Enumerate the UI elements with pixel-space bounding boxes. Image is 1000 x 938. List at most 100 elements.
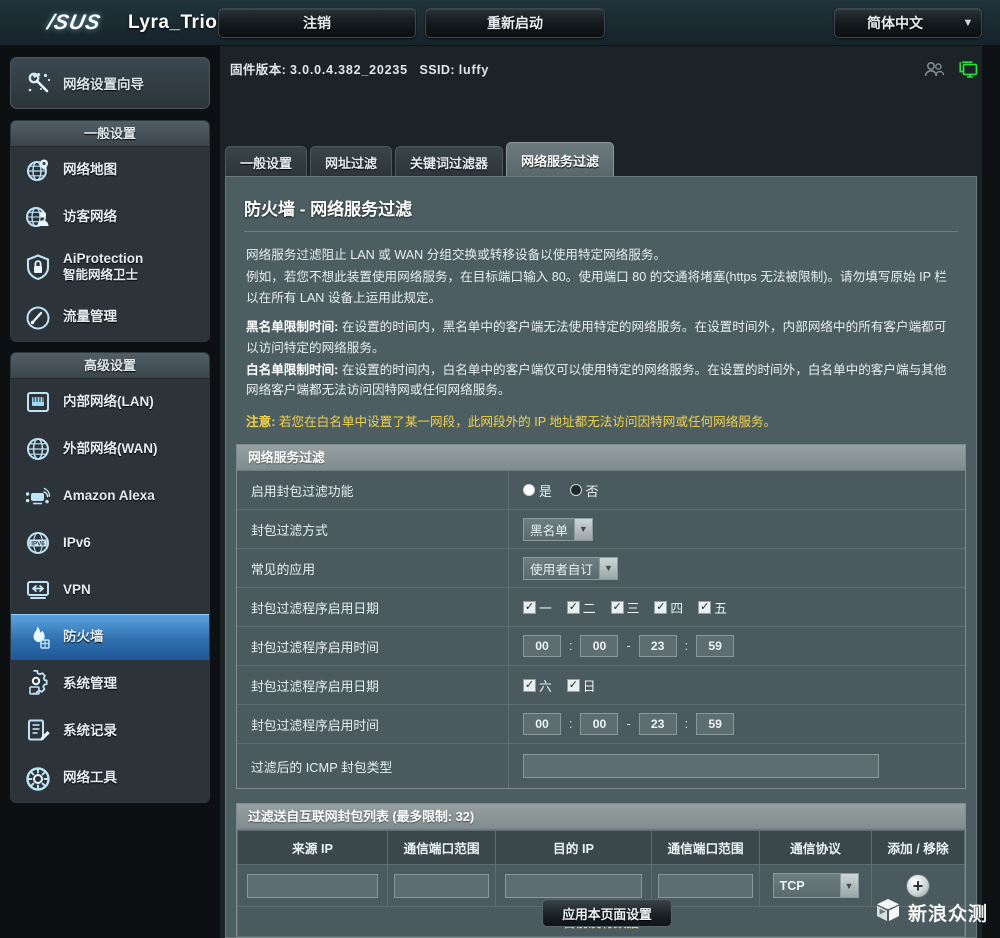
row-label: 封包过滤程序启用日期 <box>237 588 509 627</box>
sidebar-item-network-map[interactable]: 网络地图 <box>11 147 209 194</box>
clients-icon[interactable] <box>924 61 944 77</box>
tab-general-settings[interactable]: 一般设置 <box>225 146 308 178</box>
sidebar-item-firewall[interactable]: 防火墙 <box>11 614 209 661</box>
router-model-name: Lyra_Trio <box>128 12 218 33</box>
sidebar-wizard-label: 网络设置向导 <box>63 77 144 92</box>
blacklist-desc: 黑名单限制时间: 在设置的时间内，黑名单中的客户端无法使用特定的网络服务。在设置… <box>246 317 956 358</box>
vpn-icon <box>24 576 52 604</box>
ssid-value: luffy <box>458 63 490 77</box>
checkbox-day-sun[interactable]: ✓ 日 <box>566 676 596 695</box>
dest-ip-input[interactable] <box>505 873 642 898</box>
weekday-start-minute-input[interactable] <box>580 635 619 658</box>
aiprotection-subtitle: 智能网络卫士 <box>63 267 139 282</box>
time-dash: - <box>626 639 631 654</box>
checkbox-day-thu[interactable]: ✓ 四 <box>654 598 683 617</box>
tab-network-services-filter[interactable]: 网络服务过滤 <box>506 142 615 178</box>
col-dest-port: 通信端口范围 <box>651 830 760 866</box>
sidebar-item-traffic-manager[interactable]: 流量管理 <box>11 294 209 341</box>
protocol-value: TCP <box>779 878 805 893</box>
router-admin-page: /SUS Lyra_Trio 注销 重新启动 简体中文 ▼ 网络设置向导 一般设… <box>0 0 1000 938</box>
filter-mode-value: 黑名单 <box>530 523 568 538</box>
network-tools-icon <box>24 765 52 793</box>
apply-bar: 应用本页面设置 <box>226 899 988 927</box>
sidebar-item-label: Amazon Alexa <box>63 487 155 503</box>
row-well-known-apps: 常见的应用 使用者自订 ▼ <box>237 549 965 589</box>
sidebar-item-label: 流量管理 <box>63 309 117 325</box>
row-label: 封包过滤程序启用时间 <box>237 627 509 666</box>
network-map-icon[interactable] <box>958 60 978 78</box>
checkbox-day-wed[interactable]: ✓ 三 <box>610 598 639 617</box>
note-term: 注意: <box>246 414 276 429</box>
weekend-end-hour-input[interactable] <box>638 713 677 736</box>
radio-enable-no[interactable]: 否 <box>569 481 599 500</box>
dest-port-range-input[interactable] <box>658 873 753 898</box>
checkbox-day-sat[interactable]: ✓ 六 <box>523 676 552 695</box>
checkbox-day-fri[interactable]: ✓ 五 <box>698 598 727 617</box>
page-title: 防火墙 - 网络服务过滤 <box>244 200 413 219</box>
sidebar-item-vpn[interactable]: VPN <box>11 567 209 614</box>
row-weekend-time: 封包过滤程序启用时间 : - : <box>237 705 965 745</box>
sidebar-item-wan[interactable]: 外部网络(WAN) <box>11 426 209 473</box>
checkbox-day-tue[interactable]: ✓ 二 <box>566 598 596 617</box>
time-colon: : <box>684 717 689 732</box>
row-label: 过滤后的 ICMP 封包类型 <box>237 744 509 789</box>
weekend-start-hour-input[interactable] <box>523 713 561 736</box>
sidebar-item-lan[interactable]: 内部网络(LAN) <box>11 379 209 426</box>
system-log-icon <box>24 717 52 745</box>
lan-icon <box>24 388 52 416</box>
chevron-down-icon: ▼ <box>598 557 617 579</box>
source-ip-input[interactable] <box>246 873 379 898</box>
logout-button[interactable]: 注销 <box>218 8 416 38</box>
row-weekday-days: 封包过滤程序启用日期 ✓ 一 ✓ 二 ✓ 三 ✓ 四 ✓ 五 <box>237 588 965 628</box>
filter-mode-select[interactable]: 黑名单 ▼ <box>523 517 593 541</box>
sidebar-item-network-wizard[interactable]: 网络设置向导 <box>10 57 210 109</box>
sidebar-item-label: 网络工具 <box>63 770 117 786</box>
sidebar-item-system-log[interactable]: 系统记录 <box>11 708 209 755</box>
source-port-range-input[interactable] <box>394 873 489 898</box>
day-label: 一 <box>539 600 552 616</box>
row-enable-filter: 启用封包过滤功能 是 否 <box>237 471 965 511</box>
time-colon: : <box>569 717 573 732</box>
sidebar-item-network-tools[interactable]: 网络工具 <box>11 755 209 802</box>
row-label: 封包过滤程序启用时间 <box>237 705 509 744</box>
sidebar-item-administration[interactable]: 系统管理 <box>11 661 209 708</box>
weekday-end-hour-input[interactable] <box>638 635 677 658</box>
checkbox-day-mon[interactable]: ✓ 一 <box>523 598 552 617</box>
tab-url-filter[interactable]: 网址过滤 <box>310 146 393 178</box>
whitelist-text: 在设置的时间内，白名单中的客户端仅可以使用特定的网络服务。在设置的时间外，白名单… <box>246 362 947 398</box>
section-header: 网络服务过滤 <box>237 445 965 472</box>
radio-no-label: 否 <box>585 483 599 499</box>
sidebar-item-label: 系统管理 <box>63 675 117 691</box>
well-known-apps-value: 使用者自订 <box>530 562 593 577</box>
icmp-packet-type-input[interactable] <box>523 754 879 779</box>
language-selector[interactable]: 简体中文 ▼ <box>834 8 982 38</box>
sidebar-item-amazon-alexa[interactable]: Amazon Alexa <box>11 473 209 520</box>
chevron-down-icon: ▼ <box>573 518 592 540</box>
desc-line-2: 例如，若您不想此装置使用网络服务，在目标端口输入 80。使用端口 80 的交通将… <box>246 270 947 305</box>
time-dash: - <box>626 717 631 732</box>
checkmark-icon: ✓ <box>523 678 536 692</box>
well-known-apps-select[interactable]: 使用者自订 ▼ <box>523 556 618 580</box>
radio-enable-yes[interactable]: 是 <box>523 481 552 500</box>
sidebar-group-general-title: 一般设置 <box>11 121 209 147</box>
weekend-start-minute-input[interactable] <box>580 713 619 736</box>
protocol-select[interactable]: TCP ▼ <box>772 873 859 899</box>
administration-gear-icon <box>24 670 52 698</box>
sidebar-item-label: 内部网络(LAN) <box>63 393 154 409</box>
plus-circle-icon[interactable]: + <box>906 873 930 898</box>
sidebar-item-label: 防火墙 <box>63 629 104 645</box>
weekday-end-minute-input[interactable] <box>696 635 735 658</box>
reboot-button[interactable]: 重新启动 <box>425 8 605 38</box>
watermark-text: 新浪众测 <box>907 904 988 925</box>
weekday-start-hour-input[interactable] <box>523 635 561 658</box>
sidebar-group-advanced: 高级设置 内部网络(LAN) 外部网络(WAN) Amazon Alexa IP… <box>10 352 210 803</box>
ssid-label: SSID: <box>419 63 455 77</box>
firmware-label: 固件版本: <box>230 63 287 77</box>
sidebar-item-guest-network[interactable]: 访客网络 <box>11 194 209 241</box>
tab-keyword-filter[interactable]: 关键词过滤器 <box>395 146 504 178</box>
weekend-end-minute-input[interactable] <box>696 713 735 736</box>
sidebar-item-aiprotection[interactable]: AiProtection 智能网络卫士 <box>11 241 209 294</box>
sidebar-item-ipv6[interactable]: IPV6 IPv6 <box>11 520 209 567</box>
col-add-remove: 添加 / 移除 <box>871 830 965 866</box>
apply-settings-button[interactable]: 应用本页面设置 <box>542 899 672 927</box>
